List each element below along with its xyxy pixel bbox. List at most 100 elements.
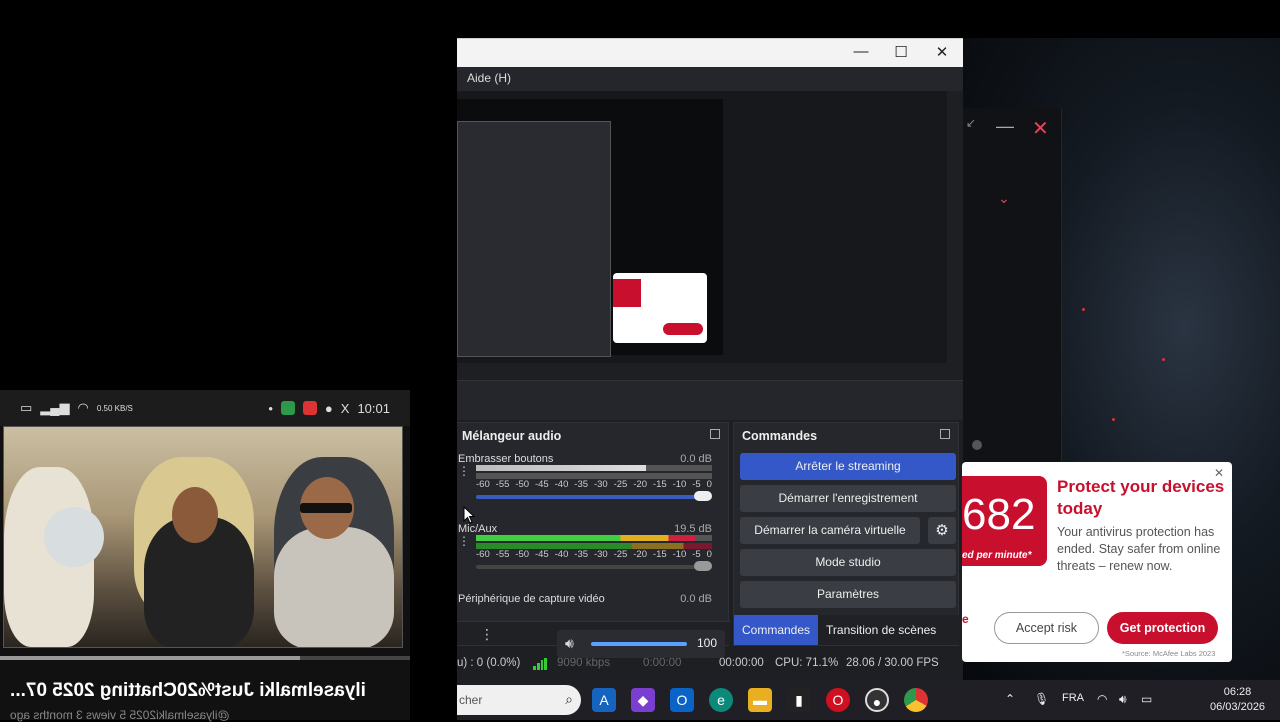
volume-popup: 🔊︎ 100 [557,630,725,658]
phone-video-overlay: ▭ ▂▄▆ ◠ 0.50 KB/S • ● X 10:01 ilyaselmal… [0,390,410,722]
fps: 28.06 / 30.00 FPS [846,657,939,669]
volume-slider[interactable] [476,491,712,501]
x-icon: X [340,400,350,416]
fan [44,507,104,567]
volume-slider[interactable] [476,561,712,571]
mixer-menu-icon[interactable]: ⋮ [480,626,494,643]
app-icon-green [280,401,295,415]
tick: -40 [554,479,569,490]
level-fill [476,535,696,541]
title-bar: — ☐ ✕ [457,38,963,67]
copilot-icon[interactable]: ◆ [631,688,655,712]
tick: 0 [706,549,712,560]
video-caption: ilyaselmalki Just%20Chatting 2025 07... [10,680,366,701]
cpu-usage: CPU: 71.1% [775,657,839,669]
taskbar: cher ⌕ A ◆ O e ▬ ▮ O ● ⌃ 🎙︎ FRA ◠ 🔊︎ ▭ 0… [457,680,1280,720]
phone-status-icons: ▭ ▂▄▆ ◠ 0.50 KB/S [20,400,133,416]
tick: -35 [574,549,589,560]
channel-menu-icon[interactable]: ⋮ [458,535,470,547]
tick: -50 [515,549,530,560]
search-placeholder: cher [459,693,483,707]
tick: -60 [476,479,490,490]
wifi-icon[interactable]: ◠ [1097,692,1107,706]
record-time: 0:00:00 [643,657,682,669]
dropped-frames: u) : 0 (0.0%) [457,657,521,669]
battery-icon: ▭ [20,400,33,415]
channel-1: Embrasser boutons 0.0 dB ⋮ -60 -55 -50 -45-… [458,453,712,519]
tick: -15 [652,549,667,560]
wifi-icon: ◠ [77,400,89,415]
tick: -35 [574,479,589,490]
dock-tabs: Commandes Transition de scènes [734,615,960,645]
volume-icon[interactable]: 🔊︎ [1119,692,1127,707]
menu-help[interactable]: Aide (H) [467,71,511,85]
tick: -45 [534,479,549,490]
battery-icon[interactable]: ▭ [1141,692,1152,706]
dot-icon: • [268,400,273,416]
sunglasses [300,503,352,513]
close-icon[interactable]: ✕ [1032,116,1049,141]
settings-button[interactable]: Paramètres [740,581,956,608]
get-protection-button[interactable]: Get protection [1107,612,1218,644]
slider-knob[interactable] [694,561,712,571]
channel-db: 0.0 dB [680,593,712,605]
language-indicator[interactable]: FRA [1062,692,1084,704]
stream-video [3,426,403,648]
studio-mode-button[interactable]: Mode studio [740,549,956,576]
search-box[interactable]: cher ⌕ [457,685,581,715]
clock[interactable]: 06:28 06/03/2026 [1210,685,1265,715]
volume-track[interactable] [591,642,687,646]
tray-chevron-icon[interactable]: ⌃ [1005,692,1015,706]
tick: -25 [613,479,628,490]
app-azure-icon[interactable]: A [592,688,616,712]
signal-icon: ▂▄▆ [40,400,70,415]
video-progress[interactable] [0,656,410,660]
outlook-icon[interactable]: O [670,688,694,712]
tick: -20 [633,479,647,490]
tick: -60 [476,549,490,560]
audio-app-icon[interactable]: ▮ [787,688,811,712]
tick: -30 [593,549,608,560]
maximize-button[interactable]: ☐ [886,43,916,61]
tick: -50 [515,479,530,490]
start-recording-button[interactable]: Démarrer l'enregistrement [740,485,956,512]
chevron-down-icon[interactable]: ⌄ [998,190,1010,207]
commands-header: Commandes [734,423,958,449]
person-right [274,527,394,647]
gear-icon[interactable]: ⚙ [928,517,956,544]
mouse-cursor [463,506,475,524]
accept-risk-button[interactable]: Accept risk [994,612,1099,644]
undock-icon[interactable] [940,429,950,439]
restore-arrow-icon[interactable]: ↙ [966,116,976,130]
speaker-icon[interactable]: 🔊︎ [565,635,574,652]
stop-streaming-button[interactable]: Arrêter le streaming [740,453,956,480]
slider-handle[interactable] [972,440,982,450]
tick: -55 [495,549,510,560]
nested-ad-button [663,323,703,335]
meter-ticks: -60 -55 -50 -45 -40 -35 -30 -25 -20 -15 -10 -5 0 [476,549,712,560]
opera-icon[interactable]: O [826,688,850,712]
threat-number: 682 [962,490,1036,539]
tick: -20 [633,549,647,560]
channel-db: 0.0 dB [680,453,712,465]
obs-icon[interactable]: ● [865,688,889,712]
file-explorer-icon[interactable]: ▬ [748,688,772,712]
tab-scene-transition[interactable]: Transition de scènes [818,615,944,645]
minimize-icon[interactable]: — [996,116,1014,137]
phone-time: 10:01 [357,400,390,416]
preview-canvas [457,99,723,357]
minimize-button[interactable]: — [846,43,876,60]
chrome-icon[interactable] [904,688,928,712]
microphone-icon[interactable]: 🎙︎ [1034,692,1049,706]
channel-menu-icon[interactable]: ⋮ [458,465,470,477]
level-fill [476,465,646,471]
tab-commands[interactable]: Commandes [734,615,819,645]
start-virtual-camera-button[interactable]: Démarrer la caméra virtuelle [740,517,920,544]
tick: 0 [706,479,712,490]
slider-knob[interactable] [694,491,712,501]
threat-caption: ed per minute* [962,550,1032,561]
channel-name: Périphérique de capture vidéo [458,593,605,605]
close-button[interactable]: ✕ [927,43,957,61]
undock-icon[interactable] [710,429,720,439]
edge-icon[interactable]: e [709,688,733,712]
